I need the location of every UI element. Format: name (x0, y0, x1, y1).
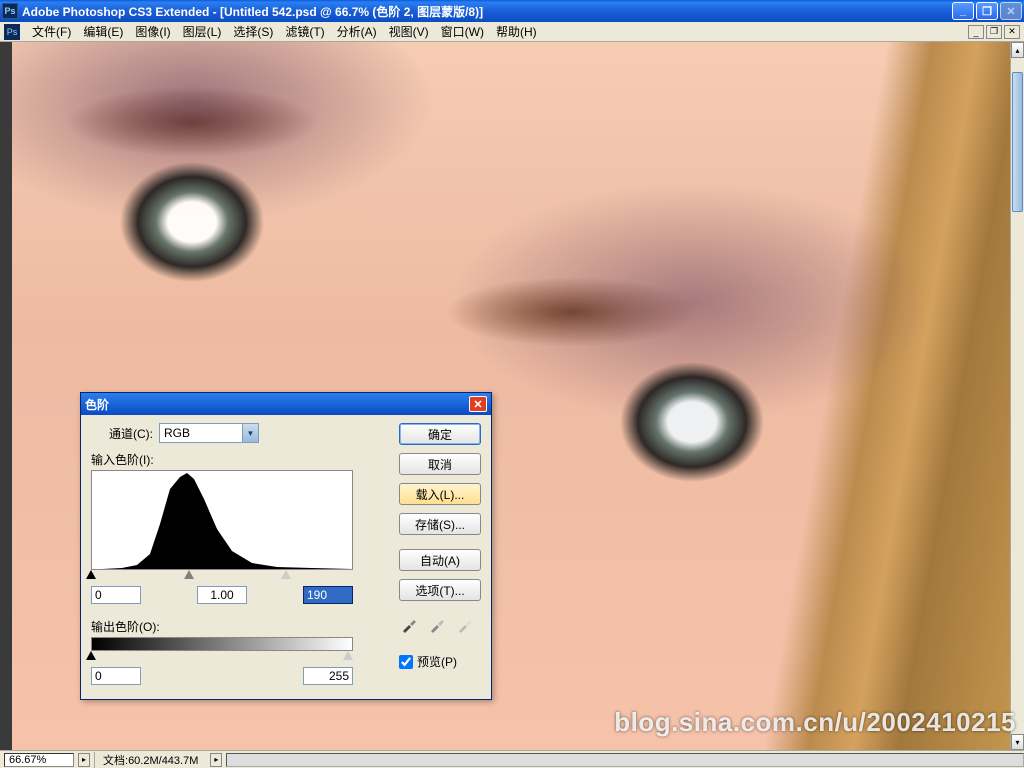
channel-label: 通道(C): (109, 425, 153, 442)
menu-window[interactable]: 窗口(W) (435, 21, 490, 42)
close-button[interactable]: ✕ (1000, 2, 1022, 20)
output-white-slider[interactable] (343, 651, 353, 660)
load-button[interactable]: 载入(L)... (399, 483, 481, 505)
output-slider-track[interactable] (91, 651, 353, 663)
output-black-slider[interactable] (86, 651, 96, 660)
dialog-title-bar[interactable]: 色阶 ✕ (81, 393, 491, 415)
channel-select[interactable]: RGB ▼ (159, 423, 259, 443)
doc-size-label: 文档: (103, 755, 128, 767)
mdi-controls: _ ❐ ✕ (968, 25, 1020, 39)
status-bar: 66.67% ▸ 文档:60.2M/443.7M ▸ (0, 750, 1024, 768)
levels-dialog: 色阶 ✕ 通道(C): RGB ▼ 输入色阶(I): (80, 392, 492, 700)
zoom-field[interactable]: 66.67% (4, 753, 74, 767)
histogram (91, 470, 353, 570)
mdi-restore[interactable]: ❐ (986, 25, 1002, 39)
minimize-button[interactable]: _ (952, 2, 974, 20)
menu-bar: Ps 文件(F) 编辑(E) 图像(I) 图层(L) 选择(S) 滤镜(T) 分… (0, 22, 1024, 42)
menu-image[interactable]: 图像(I) (129, 21, 176, 42)
dialog-right-column: 确定 取消 载入(L)... 存储(S)... 自动(A) 选项(T)... 预… (399, 423, 481, 685)
window-title-bar: Ps Adobe Photoshop CS3 Extended - [Untit… (0, 0, 1024, 22)
zoom-arrow-icon[interactable]: ▸ (78, 753, 90, 767)
menu-file[interactable]: 文件(F) (26, 21, 77, 42)
horizontal-scrollbar[interactable] (226, 753, 1024, 767)
scroll-up-icon[interactable]: ▴ (1011, 42, 1024, 58)
eyedropper-black-icon[interactable] (399, 615, 419, 635)
mdi-minimize[interactable]: _ (968, 25, 984, 39)
menu-layer[interactable]: 图层(L) (177, 21, 228, 42)
input-slider-track[interactable] (91, 570, 353, 582)
menu-filter[interactable]: 滤镜(T) (279, 21, 330, 42)
eyedropper-white-icon[interactable] (455, 615, 475, 635)
chevron-down-icon[interactable]: ▼ (242, 424, 258, 442)
app-icon: Ps (2, 3, 18, 19)
menu-analysis[interactable]: 分析(A) (331, 21, 383, 42)
input-gamma-field[interactable] (197, 586, 247, 604)
input-levels-label: 输入色阶(I): (91, 451, 387, 468)
doc-size-value: 60.2M/443.7M (128, 755, 198, 767)
eyedropper-gray-icon[interactable] (427, 615, 447, 635)
input-black-slider[interactable] (86, 570, 96, 579)
dialog-close-button[interactable]: ✕ (469, 396, 487, 412)
preview-label: 预览(P) (417, 653, 457, 670)
ok-button[interactable]: 确定 (399, 423, 481, 445)
dialog-body: 通道(C): RGB ▼ 输入色阶(I): (81, 415, 491, 699)
dialog-left-column: 通道(C): RGB ▼ 输入色阶(I): (91, 423, 387, 685)
auto-button[interactable]: 自动(A) (399, 549, 481, 571)
app-small-icon: Ps (4, 24, 20, 40)
output-black-field[interactable] (91, 667, 141, 685)
menu-select[interactable]: 选择(S) (227, 21, 279, 42)
output-gradient (91, 637, 353, 651)
preview-checkbox[interactable] (399, 655, 413, 669)
input-gamma-slider[interactable] (184, 570, 194, 579)
output-white-field[interactable] (303, 667, 353, 685)
window-controls: _ ❐ ✕ (952, 2, 1022, 20)
cancel-button[interactable]: 取消 (399, 453, 481, 475)
eyedropper-group (399, 615, 481, 635)
input-black-field[interactable] (91, 586, 141, 604)
doc-size-readout: 文档:60.2M/443.7M (94, 752, 206, 768)
vertical-scrollbar[interactable]: ▴ ▾ (1010, 42, 1024, 750)
options-button[interactable]: 选项(T)... (399, 579, 481, 601)
preview-checkbox-row[interactable]: 预览(P) (399, 653, 481, 670)
doc-menu-arrow-icon[interactable]: ▸ (210, 753, 222, 767)
menu-edit[interactable]: 编辑(E) (77, 21, 129, 42)
scroll-down-icon[interactable]: ▾ (1011, 734, 1024, 750)
channel-value: RGB (160, 426, 242, 440)
input-white-slider[interactable] (281, 570, 291, 579)
input-white-field[interactable] (303, 586, 353, 604)
scroll-thumb[interactable] (1012, 72, 1023, 212)
menu-view[interactable]: 视图(V) (383, 21, 435, 42)
maximize-button[interactable]: ❐ (976, 2, 998, 20)
output-levels-label: 输出色阶(O): (91, 618, 387, 635)
window-title: Adobe Photoshop CS3 Extended - [Untitled… (22, 3, 952, 20)
dialog-title: 色阶 (85, 396, 469, 413)
mdi-close[interactable]: ✕ (1004, 25, 1020, 39)
save-button[interactable]: 存储(S)... (399, 513, 481, 535)
menu-help[interactable]: 帮助(H) (490, 21, 543, 42)
